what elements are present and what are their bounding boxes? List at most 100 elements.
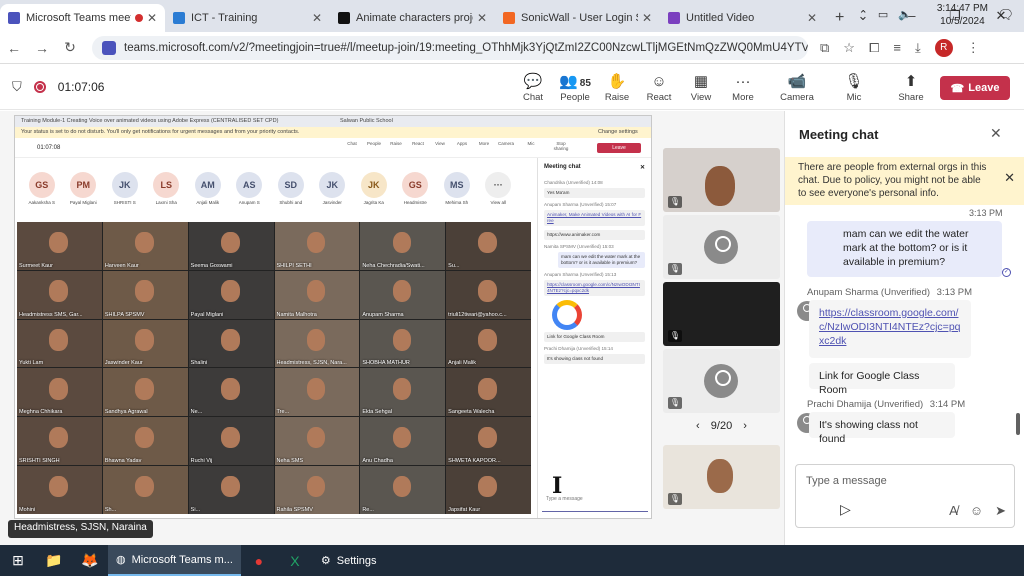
toolbar-more-button[interactable]: ··· More — [721, 72, 765, 103]
extensions-icon[interactable]: ⧠ — [869, 40, 879, 56]
emoji-icon[interactable]: ☺ — [970, 503, 983, 519]
close-tab-icon[interactable]: ✕ — [807, 11, 817, 25]
avatar-initials: LS — [153, 172, 180, 198]
chevron-left-icon[interactable]: ‹ — [696, 420, 700, 432]
forward-button[interactable]: → — [28, 40, 56, 56]
media-icon[interactable]: ≡ — [893, 40, 901, 55]
chat-message-bubble[interactable]: https://classroom.google.com/c/NzIwODI3N… — [809, 300, 971, 358]
video-cell-name: SHWETA KAPOOR... — [448, 458, 501, 465]
participant-face — [220, 231, 240, 254]
chat-message-bubble[interactable]: It's showing class not found — [809, 412, 955, 445]
chevron-right-icon[interactable]: › — [743, 420, 747, 432]
video-cell: Sh... — [102, 466, 188, 514]
toolbar-view-button[interactable]: ▦ View — [679, 72, 723, 103]
video-tile[interactable]: 🎙 — [663, 349, 780, 413]
taskbar-app[interactable]: ● — [241, 545, 277, 576]
close-icon[interactable]: ✕ — [1004, 171, 1015, 184]
taskbar-app-label: Settings — [336, 554, 377, 567]
toolbar-people-button[interactable]: 👥 85 People — [553, 72, 597, 103]
classroom-link[interactable]: https://classroom.google.com/c/NzIwODI3N… — [819, 307, 961, 347]
browser-tab[interactable]: Microsoft Teams meetin ✕ — [0, 4, 165, 32]
browser-tab[interactable]: Animate characters project ✕ — [330, 4, 495, 32]
taskbar-app[interactable]: ⚙ Settings — [313, 545, 385, 576]
taskbar-app[interactable]: 🦊 — [72, 545, 108, 576]
message-sender: Anupam Sharma (Unverified) 3:13 PM — [807, 287, 972, 298]
video-cell: Ruchi Vij — [188, 417, 274, 466]
format-icon[interactable]: A̸ — [949, 503, 958, 519]
leave-button[interactable]: ☎ Leave — [940, 76, 1010, 100]
clock-time: 3:14:47 PM — [936, 3, 988, 14]
toolbar-mic-button[interactable]: 🎙 Mic — [832, 72, 876, 103]
video-cell: Neha Chechradia/Swati... — [360, 222, 446, 270]
video-cell-name: Headmistress SMS, Gar... — [19, 311, 83, 318]
install-app-icon[interactable]: ⧉ — [820, 40, 829, 56]
network-icon[interactable]: ▭ — [878, 8, 888, 21]
toolbar-chat-button[interactable]: 💬 Chat — [511, 72, 555, 103]
send-icon[interactable]: ➤ — [995, 503, 1006, 519]
close-icon[interactable]: ✕ — [990, 125, 1002, 142]
toolbar-label: Camera — [780, 92, 814, 103]
tab-title: Microsoft Teams meetin — [26, 12, 131, 24]
shield-icon[interactable]: ⛉ — [12, 79, 22, 95]
participant-avatar: ··· View all — [478, 158, 520, 222]
tab-title: Animate characters project — [356, 12, 473, 24]
taskbar-app[interactable]: ◍ Microsoft Teams m... — [108, 545, 241, 576]
browser-tab[interactable]: ICT - Training ✕ — [165, 4, 330, 32]
shared-chat-message: https://classroom.google.com/c/NzIwODI3N… — [544, 280, 645, 296]
toolbar-camera-button[interactable]: 📹 Camera — [775, 72, 819, 103]
video-cell-name: Yukti Lam — [19, 360, 44, 367]
video-cell-name: Meghna Chhikara — [19, 409, 63, 416]
profile-avatar[interactable]: R — [934, 38, 953, 57]
browser-tab[interactable]: Untitled Video ✕ — [660, 4, 825, 32]
video-cell-name: Su... — [448, 262, 460, 269]
video-cell: Payal Miglani — [188, 270, 274, 319]
video-cell-name: Jaswinder Kaur — [104, 360, 143, 367]
video-cell: Seema Goswami — [188, 222, 274, 270]
back-button[interactable]: ← — [0, 40, 28, 56]
participant-face — [478, 231, 498, 254]
video-cell: Jaswinder Kaur — [102, 319, 188, 368]
video-cell-name: SHILPA SPSMV — [104, 311, 145, 318]
taskbar-app[interactable]: 📁 — [36, 545, 72, 576]
url-field[interactable]: teams.microsoft.com/v2/?meetingjoin=true… — [92, 35, 808, 60]
participant-avatar: JK SHRISTI S — [104, 158, 146, 222]
avatar-initials: PM — [70, 172, 97, 198]
chat-message-bubble[interactable]: mam can we edit the water mark at the bo… — [807, 221, 1002, 277]
share-icon: ⬆ — [904, 73, 918, 90]
toolbar-raise-button[interactable]: ✋ Raise — [595, 72, 639, 103]
chat-panel-title: Meeting chat — [799, 127, 879, 142]
close-tab-icon[interactable]: ✕ — [312, 11, 322, 25]
notification-icon[interactable]: 🗨 — [997, 7, 1014, 23]
video-tile[interactable]: 🎙 — [663, 148, 780, 212]
close-tab-icon[interactable]: ✕ — [147, 11, 157, 25]
taskbar-app[interactable]: ⊞ — [0, 545, 36, 576]
video-tile[interactable]: 🎙 — [663, 445, 780, 509]
participant-face — [49, 378, 68, 400]
video-tile[interactable]: 🎙 — [663, 215, 780, 279]
chevron-up-icon[interactable]: ⌃ — [859, 8, 868, 21]
taskbar-clock[interactable]: 3:14:47 PM 10/5/2024 — [937, 2, 988, 28]
participant-face — [135, 378, 154, 400]
reload-button[interactable]: ↻ — [56, 39, 84, 56]
video-tile[interactable]: 🎙 — [663, 282, 780, 346]
participant-avatar: LS Laxmi Sha — [146, 158, 188, 222]
close-tab-icon[interactable]: ✕ — [642, 11, 652, 25]
participant-face — [705, 166, 735, 206]
chat-compose-box[interactable]: Type a message A̸ ☺ ➤ — [795, 464, 1015, 528]
bookmark-star-icon[interactable]: ☆ — [843, 40, 855, 56]
browser-tab[interactable]: SonicWall - User Login Status ✕ — [495, 4, 660, 32]
browser-menu-icon[interactable]: ⋮ — [967, 40, 980, 56]
video-cell: Sandhya Agrawal — [102, 368, 188, 417]
toolbar-share-button[interactable]: ⬆ Share — [889, 72, 933, 103]
participant-face — [392, 329, 412, 351]
people-icon: 👥 85 — [559, 73, 591, 90]
toolbar-react-button[interactable]: ☺ React — [637, 72, 681, 103]
download-icon[interactable]: ⤓ — [915, 40, 921, 56]
participant-face — [306, 426, 326, 449]
volume-icon[interactable]: 🔈 — [898, 8, 912, 21]
close-icon: ✕ — [639, 165, 645, 171]
close-tab-icon[interactable]: ✕ — [477, 11, 487, 25]
chat-message-bubble[interactable]: Link for Google Class Room — [809, 363, 955, 396]
chat-scrollbar[interactable] — [1016, 413, 1020, 435]
taskbar-app[interactable]: X — [277, 545, 313, 576]
